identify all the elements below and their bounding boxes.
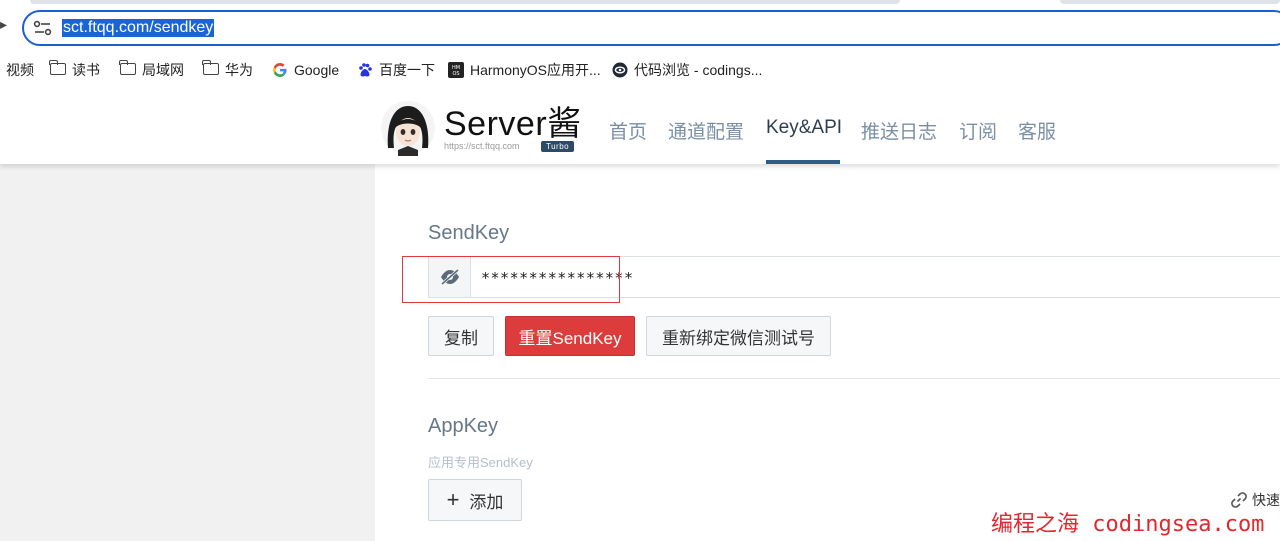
bookmark-label: Google — [294, 62, 340, 78]
url-text[interactable]: sct.ftqq.com/sendkey — [62, 19, 215, 37]
bookmarks-bar: 视频 读书 局域网 华为 Google 百度一下 HM OS HarmonyOS… — [0, 54, 1280, 86]
bookmark-google[interactable]: Google — [272, 61, 339, 79]
add-appkey-button[interactable]: + 添加 — [428, 479, 522, 521]
bookmark-folder-reading[interactable]: 读书 — [49, 60, 100, 79]
site-header: Server酱 https://sct.ftqq.com Turbo 首页 通道… — [0, 90, 1280, 164]
nav-subscribe[interactable]: 订阅 — [959, 117, 997, 144]
sendkey-heading: SendKey — [428, 222, 510, 244]
nav-support[interactable]: 客服 — [1018, 117, 1056, 144]
bookmark-label: 百度一下 — [379, 62, 435, 78]
bookmark-label: 代码浏览 - codings... — [634, 62, 763, 78]
bookmark-folder-lan[interactable]: 局域网 — [119, 60, 184, 79]
tab-strip — [30, 0, 900, 4]
left-sidebar-area — [0, 164, 375, 541]
site-info-icon[interactable] — [32, 18, 54, 38]
reset-sendkey-button[interactable]: 重置SendKey — [505, 316, 635, 356]
nav-home[interactable]: 首页 — [609, 117, 647, 144]
svg-text:OS: OS — [452, 71, 459, 77]
copy-button[interactable]: 复制 — [428, 316, 494, 356]
folder-icon — [202, 60, 219, 78]
nav-channel-config[interactable]: 通道配置 — [668, 117, 744, 144]
nav-push-log[interactable]: 推送日志 — [861, 117, 937, 144]
google-icon — [273, 63, 287, 77]
address-bar[interactable]: sct.ftqq.com/sendkey — [22, 10, 1280, 46]
browser-toolbar: ▸ sct.ftqq.com/sendkey — [0, 0, 1280, 54]
rebind-wechat-button[interactable]: 重新绑定微信测试号 — [646, 316, 831, 356]
folder-icon — [119, 60, 136, 78]
brand-url: https://sct.ftqq.com — [444, 141, 520, 151]
codings-icon — [612, 62, 628, 78]
bookmark-label: 局域网 — [142, 62, 184, 78]
bookmark-codings[interactable]: 代码浏览 - codings... — [612, 61, 762, 79]
scroll-left-indicator: ▸ — [0, 16, 8, 32]
nav-key-api[interactable]: Key&API — [766, 117, 842, 139]
brand-title[interactable]: Server酱 — [444, 96, 582, 145]
nav-active-indicator — [766, 160, 840, 164]
appkey-subtitle: 应用专用SendKey — [428, 455, 533, 470]
highlight-box — [402, 256, 620, 303]
section-divider — [428, 378, 1280, 379]
folder-icon — [49, 60, 66, 78]
plus-icon: + — [446, 487, 460, 512]
bookmark-label: 视频 — [6, 62, 34, 78]
add-label: 添加 — [469, 492, 504, 512]
turbo-badge: Turbo — [541, 141, 575, 152]
tab-strip-right — [1060, 0, 1280, 4]
bookmark-label: HarmonyOS应用开... — [470, 62, 601, 78]
watermark-text: 编程之海 codingsea.com — [991, 512, 1265, 537]
bookmark-label: 华为 — [225, 62, 253, 78]
bookmark-harmonyos[interactable]: HM OS HarmonyOS应用开... — [448, 61, 601, 79]
baidu-icon — [359, 63, 372, 77]
appkey-heading: AppKey — [428, 415, 499, 437]
bookmark-baidu[interactable]: 百度一下 — [357, 61, 435, 79]
bookmark-folder-huawei[interactable]: 华为 — [202, 60, 253, 79]
brand-logo-avatar — [381, 101, 435, 156]
harmonyos-icon: HM OS — [448, 62, 464, 78]
bookmark-label: 读书 — [72, 62, 100, 78]
bookmark-video[interactable]: 视频 — [6, 61, 34, 79]
